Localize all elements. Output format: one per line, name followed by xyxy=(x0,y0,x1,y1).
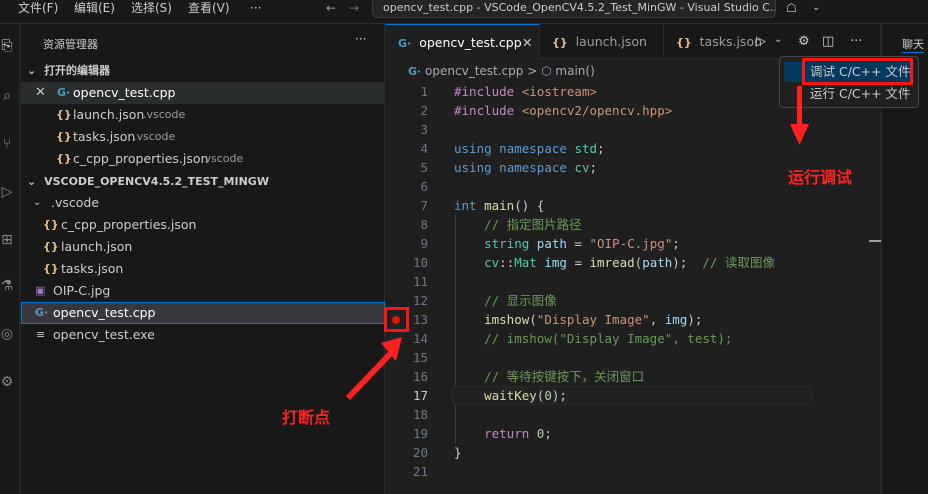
annotation-arrows xyxy=(346,86,809,400)
arrow-head xyxy=(790,124,809,145)
run-debug-annotation: 运行调试 xyxy=(788,168,853,187)
arrow-shaft xyxy=(797,86,802,126)
arrow-shaft xyxy=(346,350,394,400)
breakpoint-annotation: 打断点 xyxy=(282,408,331,427)
